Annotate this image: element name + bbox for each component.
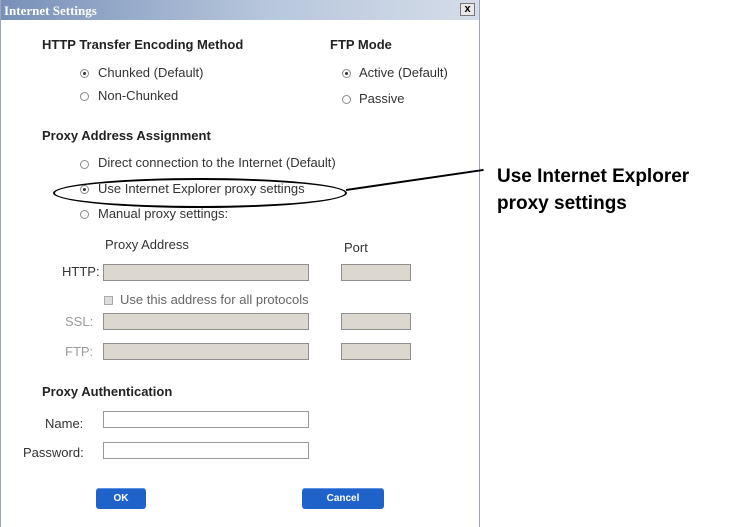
ftp-port-field[interactable] (341, 343, 411, 360)
http-proxy-address-field[interactable] (103, 264, 309, 281)
http-port-field[interactable] (341, 264, 411, 281)
proxy-auth-heading: Proxy Authentication (42, 384, 173, 399)
manual-proxy-label: Manual proxy settings: (98, 206, 229, 221)
http-label: HTTP: (62, 264, 100, 279)
password-label: Password: (23, 445, 84, 460)
name-label: Name: (45, 416, 84, 431)
same-address-label: Use this address for all protocols (120, 292, 309, 307)
active-label: Active (Default) (359, 65, 448, 80)
callout-text: Use Internet Explorer proxy settings (497, 163, 689, 217)
http-encoding-heading: HTTP Transfer Encoding Method (42, 37, 244, 52)
non-chunked-radio[interactable] (80, 92, 89, 101)
callout-line-1: Use Internet Explorer (497, 166, 690, 187)
ftp-mode-heading: FTP Mode (330, 37, 392, 52)
internet-settings-dialog: Internet Settings x HTTP Transfer Encodi… (0, 0, 480, 527)
ok-button[interactable]: OK (96, 488, 146, 509)
passive-label: Passive (359, 91, 405, 106)
callout-highlight-oval (53, 178, 347, 208)
chunked-label: Chunked (Default) (98, 65, 204, 80)
proxy-address-header: Proxy Address (105, 237, 189, 252)
direct-connection-label: Direct connection to the Internet (Defau… (98, 155, 336, 170)
callout-line-2: proxy settings (497, 193, 627, 214)
cancel-button[interactable]: Cancel (302, 488, 384, 509)
close-button[interactable]: x (460, 3, 475, 16)
same-address-checkbox[interactable] (104, 296, 113, 305)
title-bar: Internet Settings x (1, 0, 479, 20)
passive-radio[interactable] (342, 95, 351, 104)
direct-connection-radio[interactable] (80, 160, 89, 169)
password-input[interactable] (103, 442, 309, 459)
manual-proxy-radio[interactable] (80, 210, 89, 219)
ftp-proxy-address-field[interactable] (103, 343, 309, 360)
non-chunked-label: Non-Chunked (98, 88, 179, 103)
chunked-radio[interactable] (80, 69, 89, 78)
proxy-assignment-heading: Proxy Address Assignment (42, 128, 211, 143)
dialog-title: Internet Settings (4, 3, 97, 18)
ssl-proxy-address-field[interactable] (103, 313, 309, 330)
ssl-port-field[interactable] (341, 313, 411, 330)
ftp-label: FTP: (65, 344, 94, 359)
port-header: Port (344, 240, 368, 255)
active-radio[interactable] (342, 69, 351, 78)
ssl-label: SSL: (65, 314, 94, 329)
name-input[interactable] (103, 411, 309, 428)
